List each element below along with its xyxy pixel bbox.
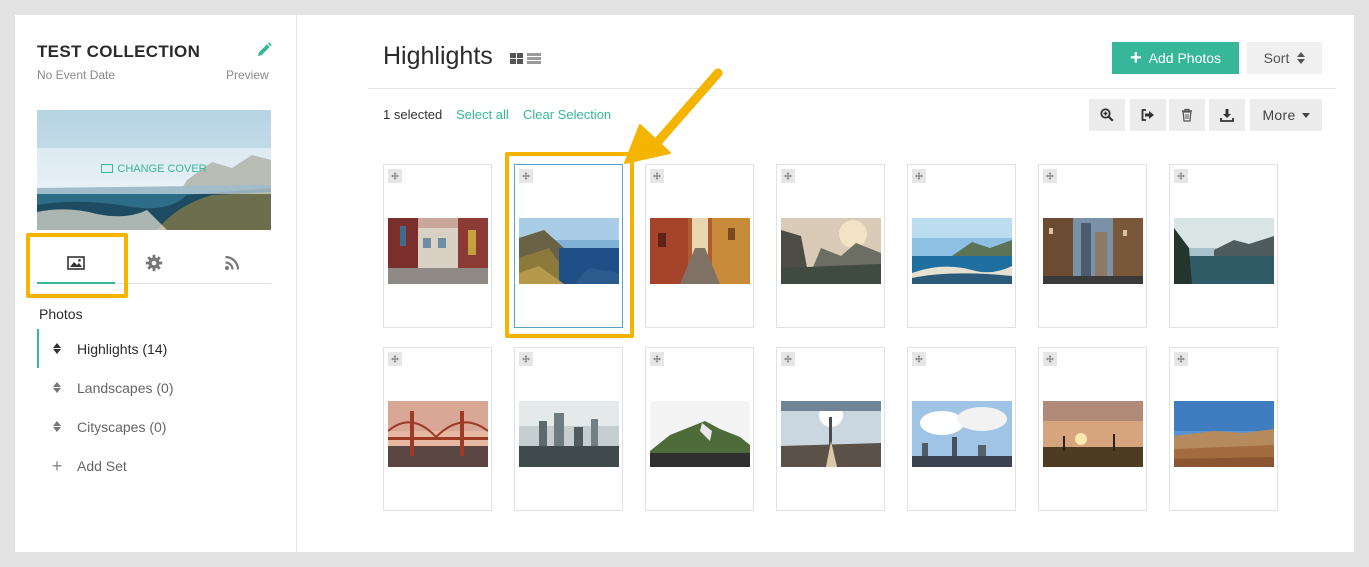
photo-thumbnail[interactable] xyxy=(781,218,881,284)
move-icon[interactable] xyxy=(650,352,664,366)
photo-thumbnail[interactable] xyxy=(519,401,619,467)
page-title: Highlights xyxy=(383,42,493,70)
plus-icon: + xyxy=(51,455,63,476)
download-icon xyxy=(1220,109,1234,122)
photo-thumbnail[interactable] xyxy=(1043,401,1143,467)
more-dropdown[interactable]: More xyxy=(1250,99,1322,131)
photo-thumbnail[interactable] xyxy=(1174,401,1274,467)
share-button[interactable] xyxy=(1130,99,1166,131)
sort-button[interactable]: Sort xyxy=(1247,42,1322,74)
move-icon[interactable] xyxy=(912,169,926,183)
divider xyxy=(368,88,1336,89)
pointer-arrow-annotation xyxy=(624,68,723,164)
caret-down-icon xyxy=(1301,112,1310,118)
tab-feed[interactable] xyxy=(193,243,271,283)
photo-card[interactable] xyxy=(645,347,754,511)
more-label: More xyxy=(1262,107,1296,123)
delete-button[interactable] xyxy=(1169,99,1205,131)
share-icon xyxy=(1141,109,1154,121)
preview-link[interactable]: Preview xyxy=(226,68,269,82)
grid-view-icon[interactable] xyxy=(510,53,523,64)
set-list: Highlights (14) Landscapes (0) Cityscape… xyxy=(37,329,271,485)
photo-thumbnail[interactable] xyxy=(388,218,488,284)
tab-highlight-box xyxy=(26,233,128,298)
plus-icon: + xyxy=(1129,47,1142,69)
move-icon[interactable] xyxy=(388,169,402,183)
set-item-highlights[interactable]: Highlights (14) xyxy=(37,329,271,368)
photo-thumbnail[interactable] xyxy=(912,401,1012,467)
sidebar: TEST COLLECTION No Event Date Preview CH… xyxy=(15,15,297,552)
move-icon[interactable] xyxy=(781,352,795,366)
view-toggle xyxy=(510,53,541,64)
selection-highlight-box xyxy=(505,152,634,338)
collection-title: TEST COLLECTION xyxy=(37,42,201,61)
photos-heading: Photos xyxy=(39,306,83,322)
add-photos-label: Add Photos xyxy=(1148,50,1222,66)
move-icon[interactable] xyxy=(519,352,533,366)
drag-sort-icon[interactable] xyxy=(50,421,64,432)
set-item-label: Cityscapes (0) xyxy=(77,418,167,435)
photo-thumbnail[interactable] xyxy=(912,218,1012,284)
rss-icon xyxy=(225,255,240,270)
photo-card[interactable] xyxy=(383,164,492,328)
photo-card[interactable] xyxy=(776,164,885,328)
pencil-icon[interactable] xyxy=(255,41,273,59)
photo-card[interactable] xyxy=(907,164,1016,328)
photo-thumbnail[interactable] xyxy=(1174,218,1274,284)
set-item-landscapes[interactable]: Landscapes (0) xyxy=(37,368,271,407)
change-cover-label: CHANGE COVER xyxy=(117,163,207,175)
clear-selection-link[interactable]: Clear Selection xyxy=(523,107,611,122)
photo-card[interactable] xyxy=(1169,347,1278,511)
zoom-in-icon xyxy=(1100,108,1114,122)
photo-thumbnail[interactable] xyxy=(650,218,750,284)
add-set-label: Add Set xyxy=(77,457,127,474)
list-view-icon[interactable] xyxy=(527,53,541,64)
move-icon[interactable] xyxy=(388,352,402,366)
add-set-button[interactable]: + Add Set xyxy=(37,446,271,485)
download-button[interactable] xyxy=(1209,99,1245,131)
photo-thumbnail[interactable] xyxy=(1043,218,1143,284)
photo-card[interactable] xyxy=(645,164,754,328)
photo-thumbnail[interactable] xyxy=(781,401,881,467)
photo-thumbnail[interactable] xyxy=(388,401,488,467)
photo-card[interactable] xyxy=(1038,164,1147,328)
move-icon[interactable] xyxy=(1174,352,1188,366)
set-item-cityscapes[interactable]: Cityscapes (0) xyxy=(37,407,271,446)
change-cover-button[interactable]: CHANGE COVER xyxy=(37,163,271,175)
selected-count: 1 selected xyxy=(383,107,443,122)
sort-arrows-icon xyxy=(1297,52,1306,64)
drag-sort-icon[interactable] xyxy=(50,343,64,354)
set-item-label: Highlights (14) xyxy=(77,340,168,357)
move-icon[interactable] xyxy=(1043,352,1057,366)
zoom-button[interactable] xyxy=(1089,99,1125,131)
select-all-link[interactable]: Select all xyxy=(456,107,509,122)
photo-thumbnail[interactable] xyxy=(650,401,750,467)
add-photos-button[interactable]: + Add Photos xyxy=(1112,42,1239,74)
photo-card[interactable] xyxy=(907,347,1016,511)
gear-icon xyxy=(145,254,163,272)
set-item-label: Landscapes (0) xyxy=(77,379,174,396)
image-icon xyxy=(101,164,114,173)
trash-icon xyxy=(1182,108,1192,122)
drag-sort-icon[interactable] xyxy=(50,382,64,393)
move-icon[interactable] xyxy=(781,169,795,183)
move-icon[interactable] xyxy=(1043,169,1057,183)
photo-card[interactable] xyxy=(776,347,885,511)
sort-label: Sort xyxy=(1263,50,1290,66)
event-date: No Event Date xyxy=(37,68,116,82)
move-icon[interactable] xyxy=(1174,169,1188,183)
photo-card[interactable] xyxy=(1038,347,1147,511)
move-icon[interactable] xyxy=(912,352,926,366)
photo-card[interactable] xyxy=(514,347,623,511)
photo-card[interactable] xyxy=(1169,164,1278,328)
app-window: TEST COLLECTION No Event Date Preview CH… xyxy=(15,15,1354,552)
photo-card[interactable] xyxy=(383,347,492,511)
